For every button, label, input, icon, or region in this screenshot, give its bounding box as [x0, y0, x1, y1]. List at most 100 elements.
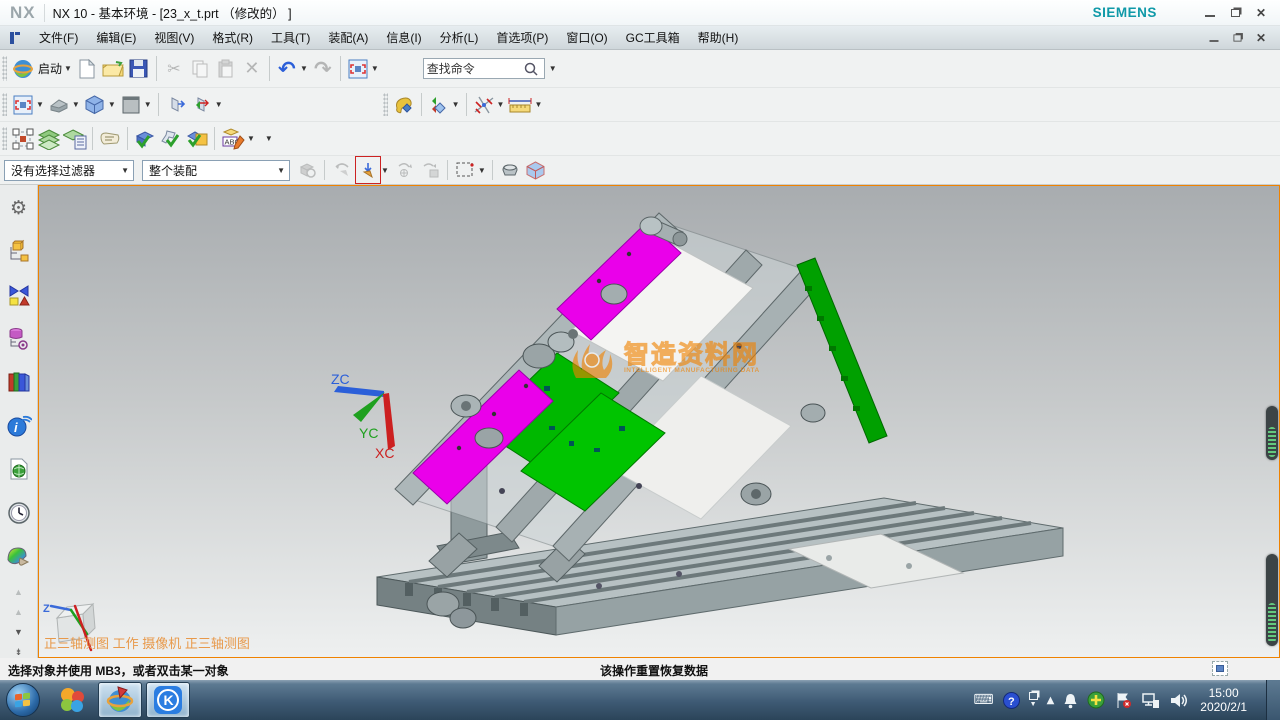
start-button[interactable] — [6, 683, 40, 717]
rotate-selection-icon[interactable] — [392, 157, 416, 183]
measure-caret-icon[interactable]: ▼ — [534, 100, 542, 109]
touch-mode-caret-icon[interactable]: ▼ — [371, 64, 379, 73]
taskbar-k-app[interactable]: K — [146, 682, 190, 718]
menu-info[interactable]: 信息(I) — [377, 26, 430, 49]
menu-format[interactable]: 格式(R) — [203, 26, 262, 49]
edit-section-icon[interactable] — [190, 92, 214, 118]
cad-model[interactable]: ZC YC XC Z — [39, 186, 1278, 656]
shaded-view-caret-icon[interactable]: ▼ — [108, 100, 116, 109]
fit-view-icon[interactable] — [11, 92, 35, 118]
snap-point-icon[interactable] — [472, 92, 496, 118]
redo-icon[interactable]: ↷ — [311, 56, 335, 82]
annotation-editor-icon[interactable]: ABC — [220, 126, 246, 152]
section-caret-icon[interactable]: ▼ — [215, 100, 223, 109]
background-icon[interactable] — [119, 92, 143, 118]
new-file-icon[interactable] — [75, 56, 99, 82]
history-document-icon[interactable] — [4, 454, 34, 484]
orient-view-icon[interactable] — [47, 92, 71, 118]
reuse-library-icon[interactable] — [4, 324, 34, 354]
scroll-bottom-icon[interactable]: ⇟ — [15, 647, 23, 658]
action-center-flag-icon[interactable] — [1114, 692, 1132, 709]
constraint-navigator-icon[interactable] — [4, 280, 34, 310]
rendering-style-icon[interactable] — [427, 92, 451, 118]
layer-category-icon[interactable] — [63, 126, 87, 152]
interior-selection-caret-icon[interactable]: ▼ — [381, 166, 389, 175]
annotation-caret-icon[interactable]: ▼ — [247, 134, 255, 143]
menu-tools[interactable]: 工具(T) — [262, 26, 319, 49]
menu-assembly[interactable]: 装配(A) — [319, 26, 377, 49]
menu-analysis[interactable]: 分析(L) — [431, 26, 488, 49]
taskbar-clock[interactable]: 15:00 2020/2/1 — [1200, 686, 1247, 714]
undo-caret-icon[interactable]: ▼ — [300, 64, 308, 73]
doc-minimize-button[interactable] — [1209, 32, 1219, 44]
assembly-cut-icon[interactable] — [185, 126, 209, 152]
launch-caret-icon[interactable]: ▼ — [64, 64, 72, 73]
taskbar-nx-app[interactable] — [98, 682, 142, 718]
copy-icon[interactable] — [188, 56, 212, 82]
move-component-icon[interactable] — [159, 126, 183, 152]
open-folder-icon[interactable] — [101, 56, 125, 82]
show-only-icon[interactable] — [11, 126, 35, 152]
selection-filter-combo[interactable]: 没有选择过滤器 ▼ — [4, 160, 134, 181]
restore-button[interactable] — [1231, 7, 1240, 19]
fit-view-caret-icon[interactable]: ▼ — [36, 100, 44, 109]
touch-mode-icon[interactable] — [346, 56, 370, 82]
keyboard-icon[interactable]: ⌨ — [973, 692, 993, 708]
toolbar-drag-handle[interactable] — [2, 93, 7, 116]
minimize-button[interactable] — [1205, 7, 1215, 19]
paste-icon[interactable] — [214, 56, 238, 82]
orient-view-caret-icon[interactable]: ▼ — [72, 100, 80, 109]
status-fit-icon[interactable] — [1212, 661, 1228, 676]
history-clock-icon[interactable] — [4, 498, 34, 528]
scrollbar-widget-top[interactable] — [1266, 406, 1278, 460]
annotation-tag-icon[interactable] — [98, 126, 122, 152]
toolbar-drag-handle[interactable] — [2, 56, 7, 82]
library-books-icon[interactable] — [4, 367, 34, 397]
cut-icon[interactable]: ✂ — [162, 56, 186, 82]
true-shading-icon[interactable] — [392, 92, 416, 118]
launch-label[interactable]: 启动 — [38, 60, 62, 77]
doc-restore-button[interactable] — [1233, 32, 1242, 44]
materials-palette-icon[interactable] — [4, 542, 34, 572]
menu-preferences[interactable]: 首选项(P) — [487, 26, 557, 49]
save-icon[interactable] — [127, 56, 151, 82]
scroll-down-icon[interactable]: ▼ — [14, 627, 23, 637]
show-desktop-button[interactable] — [1266, 680, 1280, 720]
network-icon[interactable] — [1141, 692, 1160, 709]
selection-scope-combo[interactable]: 整个装配 ▼ — [142, 160, 290, 181]
menu-file[interactable]: 文件(F) — [30, 26, 87, 49]
menu-edit[interactable]: 编辑(E) — [87, 26, 145, 49]
search-caret-icon[interactable]: ▼ — [549, 64, 557, 73]
menu-window[interactable]: 窗口(O) — [557, 26, 616, 49]
menu-view[interactable]: 视图(V) — [145, 26, 203, 49]
taskbar-app-launcher-icon[interactable] — [50, 682, 94, 718]
related-components-icon[interactable] — [418, 157, 442, 183]
toolbar-overflow-caret-icon[interactable]: ▼ — [265, 134, 273, 143]
undo-icon[interactable]: ↶ — [275, 56, 299, 82]
launch-globe-icon[interactable] — [11, 56, 35, 82]
toolbar-drag-handle[interactable] — [383, 93, 388, 116]
layer-settings-icon[interactable] — [37, 126, 61, 152]
volume-icon[interactable] — [1169, 692, 1187, 709]
snap-point-caret-icon[interactable]: ▼ — [497, 100, 505, 109]
scrollbar-widget-bottom[interactable] — [1266, 554, 1278, 646]
search-icon[interactable] — [523, 61, 539, 77]
measure-icon[interactable] — [507, 92, 533, 118]
search-input[interactable] — [427, 62, 523, 76]
general-object-icon[interactable] — [498, 157, 522, 183]
scroll-up2-icon[interactable]: ▲ — [14, 607, 23, 617]
assembly-navigator-icon[interactable] — [4, 237, 34, 267]
select-assembly-icon[interactable] — [295, 157, 319, 183]
window-popup-icon[interactable]: ▼ — [1029, 692, 1038, 708]
highlight-related-icon[interactable] — [330, 157, 354, 183]
graphics-window[interactable]: ZC YC XC Z 智造资料网 INTELL — [38, 185, 1280, 658]
solid-body-icon[interactable] — [524, 157, 548, 183]
marquee-caret-icon[interactable]: ▼ — [478, 166, 486, 175]
safety-shield-icon[interactable] — [1087, 691, 1105, 709]
close-button[interactable]: ✕ — [1256, 7, 1266, 19]
delete-icon[interactable]: ✕ — [240, 56, 264, 82]
shaded-view-icon[interactable] — [83, 92, 107, 118]
web-info-icon[interactable]: i — [4, 411, 34, 441]
menu-gc-toolbox[interactable]: GC工具箱 — [617, 26, 689, 49]
help-icon[interactable]: ? — [1003, 692, 1020, 709]
